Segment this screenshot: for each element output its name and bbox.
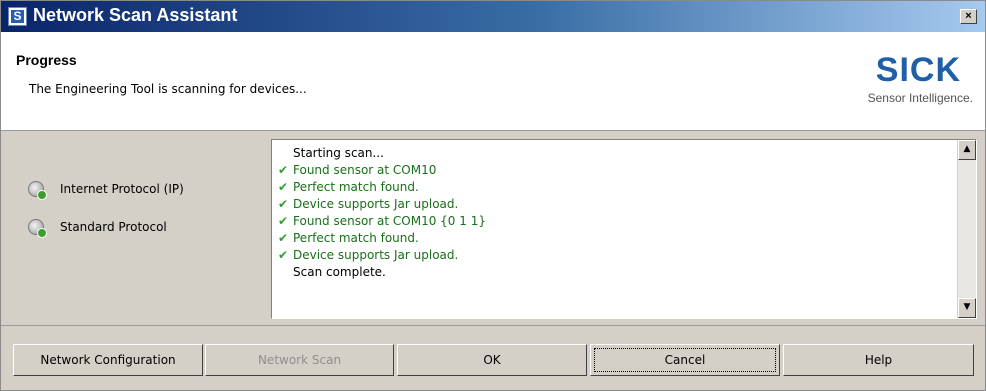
scan-log-lines: Starting scan... ✔ Found sensor at COM10 … (278, 145, 486, 281)
sick-logo: SICK Sensor Intelligence. (833, 51, 973, 111)
log-line: ✔ Found sensor at COM10 {0 1 1} (278, 214, 486, 228)
log-line: ✔ Perfect match found. (278, 231, 419, 245)
log-line: ✔ Device supports Jar upload. (278, 248, 459, 262)
check-icon: ✔ (278, 180, 289, 194)
log-line: Starting scan... (293, 146, 384, 160)
scroll-down-icon[interactable]: ▼ (958, 298, 976, 318)
logo-tagline: Sensor Intelligence. (867, 91, 973, 105)
protocol-label: Internet Protocol (IP) (60, 182, 184, 196)
close-icon[interactable]: × (960, 9, 977, 24)
page-title: Progress (16, 52, 77, 68)
globe-check-icon (28, 219, 47, 238)
log-line: Scan complete. (293, 265, 386, 279)
check-icon: ✔ (278, 231, 289, 245)
log-line: ✔ Device supports Jar upload. (278, 197, 459, 211)
check-icon: ✔ (278, 163, 289, 177)
protocol-list: Internet Protocol (IP) Standard Protocol (1, 131, 261, 325)
help-button[interactable]: Help (783, 344, 974, 376)
scan-log[interactable]: Starting scan... ✔ Found sensor at COM10 … (271, 139, 977, 319)
log-line: ✔ Found sensor at COM10 (278, 163, 437, 177)
ok-button[interactable]: OK (397, 344, 587, 376)
check-icon: ✔ (278, 248, 289, 262)
page-subtitle: The Engineering Tool is scanning for dev… (29, 82, 307, 96)
network-configuration-button[interactable]: Network Configuration (13, 344, 203, 376)
window-title: Network Scan Assistant (33, 5, 238, 25)
network-scan-assistant-window: S Network Scan Assistant × Progress The … (0, 0, 986, 391)
content-area: Internet Protocol (IP) Standard Protocol… (1, 131, 985, 325)
network-scan-button[interactable]: Network Scan (205, 344, 394, 376)
title-bar[interactable]: S Network Scan Assistant × (1, 1, 985, 32)
protocol-item-standard: Standard Protocol (28, 217, 167, 238)
logo-wordmark: SICK (875, 51, 961, 89)
app-icon: S (8, 7, 27, 26)
wizard-header: Progress The Engineering Tool is scannin… (1, 32, 985, 131)
log-line: ✔ Perfect match found. (278, 180, 419, 194)
globe-check-icon (28, 181, 47, 200)
vertical-scrollbar[interactable]: ▲ ▼ (957, 140, 976, 318)
check-icon: ✔ (278, 197, 289, 211)
protocol-item-ip: Internet Protocol (IP) (28, 179, 184, 200)
button-bar: Network Configuration Network Scan OK Ca… (1, 325, 985, 390)
cancel-button[interactable]: Cancel (590, 344, 780, 376)
scroll-up-icon[interactable]: ▲ (958, 140, 976, 160)
check-icon: ✔ (278, 214, 289, 228)
protocol-label: Standard Protocol (60, 220, 167, 234)
